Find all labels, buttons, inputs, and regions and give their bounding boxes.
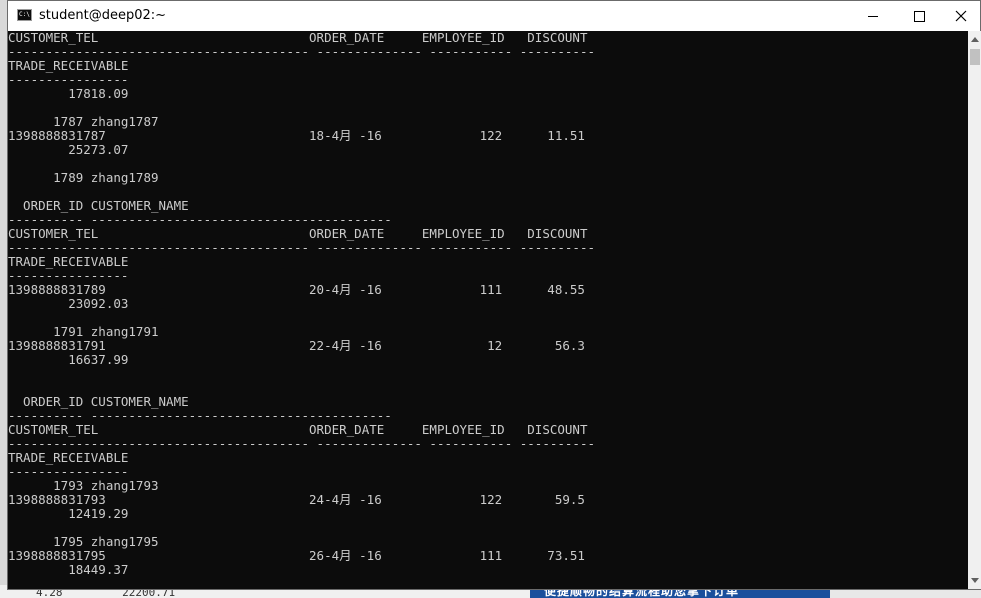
console-line: TRADE_RECEIVABLE: [8, 254, 129, 269]
console-line: 25273.07: [68, 142, 129, 157]
console-line: ----------------------------------------…: [8, 44, 595, 59]
console-line: ORDER_ID CUSTOMER_NAME: [23, 198, 189, 213]
title-bar[interactable]: student@deep02:~: [8, 1, 980, 31]
console-line: 1789 zhang1789: [53, 170, 159, 185]
console-line: ----------------: [8, 464, 129, 479]
console-line: CUSTOMER_TEL ORDER_DATE EMPLOYEE_ID DISC…: [8, 422, 588, 437]
console-line: ----------------------------------------…: [8, 436, 595, 451]
console-line: ---------- -----------------------------…: [8, 408, 392, 423]
console-line: ORDER_ID CUSTOMER_NAME: [23, 394, 189, 409]
console-line: 1793 zhang1793: [53, 478, 159, 493]
maximize-icon[interactable]: [896, 1, 942, 31]
console-line: 16637.99: [68, 352, 129, 367]
console-line: 1795 zhang1795: [53, 534, 159, 549]
console-line: 17818.09: [68, 86, 129, 101]
console-line: 1398888831787 18-4月 -16 122 11.51: [8, 128, 585, 143]
console-output[interactable]: CUSTOMER_TEL ORDER_DATE EMPLOYEE_ID DISC…: [8, 31, 963, 589]
scroll-down-arrow-icon[interactable]: [968, 572, 981, 589]
console-line: ----------------: [8, 268, 129, 283]
console-window: student@deep02:~ CUSTOMER_TEL ORDER_DATE…: [7, 0, 981, 590]
close-icon[interactable]: [942, 1, 980, 31]
console-line: 1398888831793 24-4月 -16 122 59.5: [8, 492, 585, 507]
console-line: ---------- -----------------------------…: [8, 212, 392, 227]
console-line: 1787 zhang1787: [53, 114, 159, 129]
console-line: ----------------: [8, 72, 129, 87]
scroll-up-arrow-icon[interactable]: [968, 31, 981, 48]
scrollbar-thumb[interactable]: [970, 49, 980, 65]
vertical-scrollbar[interactable]: [968, 31, 981, 589]
console-line: 1398888831789 20-4月 -16 111 48.55: [8, 282, 585, 297]
console-line: TRADE_RECEIVABLE: [8, 450, 129, 465]
console-line: CUSTOMER_TEL ORDER_DATE EMPLOYEE_ID DISC…: [8, 226, 588, 241]
console-line: 23092.03: [68, 296, 129, 311]
console-line: TRADE_RECEIVABLE: [8, 58, 129, 73]
console-line: 1791 zhang1791: [53, 324, 159, 339]
console-line: 1398888831791 22-4月 -16 12 56.3: [8, 338, 585, 353]
minimize-icon[interactable]: [850, 1, 896, 31]
console-line: CUSTOMER_TEL ORDER_DATE EMPLOYEE_ID DISC…: [8, 31, 588, 45]
window-title: student@deep02:~: [39, 8, 167, 23]
console-line: 18449.37: [68, 562, 129, 577]
console-line: 1398888831795 26-4月 -16 111 73.51: [8, 548, 585, 563]
console-line: 12419.29: [68, 506, 129, 521]
console-line: ----------------------------------------…: [8, 240, 595, 255]
console-app-icon[interactable]: [17, 9, 32, 21]
console-text: CUSTOMER_TEL ORDER_DATE EMPLOYEE_ID DISC…: [8, 31, 595, 577]
